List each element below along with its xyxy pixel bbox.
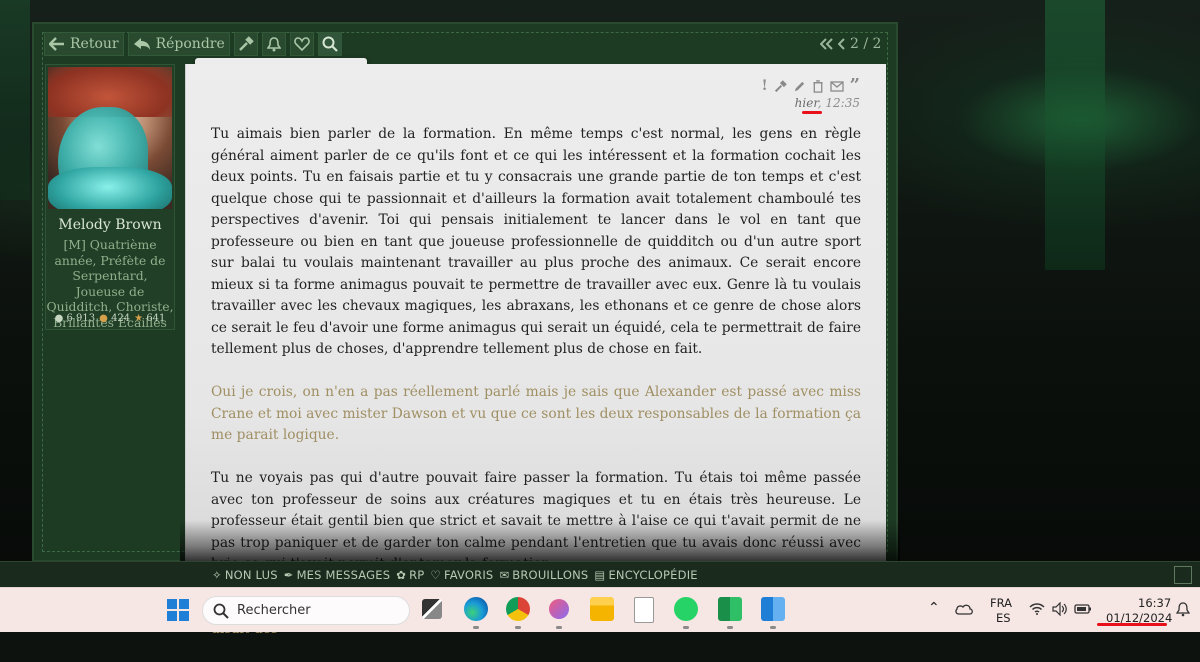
moderation-button[interactable] bbox=[233, 32, 258, 56]
report-icon[interactable]: ! bbox=[761, 78, 767, 94]
spreadsheet-icon[interactable] bbox=[718, 597, 742, 621]
nav-rp[interactable]: ✿ RP bbox=[396, 568, 424, 582]
windows-start-icon[interactable] bbox=[167, 599, 189, 621]
scroll-fade bbox=[180, 520, 900, 565]
post-date-time: 12:35 bbox=[825, 96, 860, 110]
search-toggle-button[interactable] bbox=[317, 32, 342, 56]
taskbar: Rechercher ⌃ FRA ES 16:37 01/12/2024 bbox=[0, 587, 1200, 632]
hammer-icon bbox=[238, 36, 254, 51]
notification-bell-icon[interactable] bbox=[1176, 601, 1190, 617]
heart-icon bbox=[293, 37, 310, 51]
taskbar-search-label: Rechercher bbox=[237, 603, 311, 618]
envelope-icon[interactable] bbox=[829, 80, 844, 92]
nav-favorites[interactable]: ♡ FAVORIS bbox=[430, 568, 493, 582]
bell-icon bbox=[266, 37, 281, 52]
search-icon bbox=[322, 36, 338, 52]
language-bottom[interactable]: ES bbox=[996, 611, 1011, 625]
books-icon: ▤ bbox=[594, 568, 606, 582]
pagination: 2 / 2 bbox=[820, 33, 881, 55]
forum-nav-bar: ✧ NON LUS ✒ MES MESSAGES ✿ RP ♡ FAVORIS ✉ BRO… bbox=[0, 561, 1200, 588]
topic-toolbar: Retour Répondre bbox=[44, 31, 342, 57]
post-paragraph: Tu aimais bien parler de la formation. E… bbox=[211, 126, 861, 357]
back-button[interactable]: Retour bbox=[44, 32, 124, 56]
post-content: ! ” hier, 12:35 Tu aimais bien parler de… bbox=[185, 64, 886, 637]
edge-icon[interactable] bbox=[464, 597, 488, 621]
nav-encyclopedia[interactable]: ▤ ENCYCLOPÉDIE bbox=[594, 568, 697, 582]
reply-label: Répondre bbox=[155, 36, 225, 52]
snipping-tool-icon[interactable] bbox=[549, 599, 569, 619]
language-top[interactable]: FRA bbox=[990, 596, 1012, 610]
whatsapp-icon[interactable] bbox=[674, 597, 698, 621]
chevron-left-icon[interactable] bbox=[838, 38, 846, 50]
sparkle-icon: ✧ bbox=[212, 568, 222, 582]
stars-count: ★ 641 bbox=[134, 313, 166, 324]
speech-bubble-icon: ● bbox=[54, 313, 64, 324]
star-icon: ★ bbox=[134, 313, 144, 324]
post-tools: ! ” bbox=[761, 77, 860, 95]
leaf-icon: ✿ bbox=[396, 568, 407, 582]
coins-count: ● 424 bbox=[99, 313, 131, 324]
hammer-icon[interactable] bbox=[774, 79, 787, 93]
show-hidden-icons[interactable]: ⌃ bbox=[928, 600, 940, 616]
author-profile: Melody Brown [M] Quatrième année, Préfèt… bbox=[45, 64, 175, 330]
document-icon[interactable] bbox=[761, 597, 785, 621]
avatar[interactable] bbox=[48, 67, 172, 209]
post-date-day: hier bbox=[794, 96, 818, 110]
annotation-underline-date bbox=[1097, 623, 1167, 626]
pencil-icon[interactable] bbox=[793, 80, 806, 93]
nav-expand-button[interactable] bbox=[1174, 566, 1192, 584]
quote-icon[interactable]: ” bbox=[850, 77, 860, 95]
wifi-icon[interactable] bbox=[1029, 603, 1045, 615]
reply-icon bbox=[133, 38, 150, 50]
file-explorer-icon[interactable] bbox=[590, 597, 614, 621]
author-stats: ● 6 913 ● 424 ★ 641 bbox=[46, 313, 174, 324]
arrow-left-icon bbox=[49, 37, 64, 51]
reply-button[interactable]: Répondre bbox=[127, 32, 230, 56]
back-label: Retour bbox=[70, 36, 119, 52]
envelope-icon: ✉ bbox=[499, 568, 510, 582]
messages-count: ● 6 913 bbox=[54, 313, 96, 324]
background-window-2 bbox=[0, 0, 30, 200]
battery-icon[interactable] bbox=[1074, 603, 1092, 615]
volume-icon[interactable] bbox=[1052, 602, 1068, 616]
page-indicator: 2 / 2 bbox=[850, 36, 882, 52]
notifications-button[interactable] bbox=[261, 32, 286, 56]
nav-my-messages[interactable]: ✒ MES MESSAGES bbox=[284, 568, 391, 582]
author-name[interactable]: Melody Brown bbox=[46, 217, 174, 233]
double-chevron-left-icon[interactable] bbox=[820, 38, 834, 50]
taskbar-search[interactable]: Rechercher bbox=[202, 596, 410, 625]
annotation-underline bbox=[802, 111, 822, 114]
chrome-icon[interactable] bbox=[506, 597, 530, 621]
clock-time[interactable]: 16:37 bbox=[1138, 596, 1171, 610]
favorite-button[interactable] bbox=[289, 32, 314, 56]
trash-icon[interactable] bbox=[812, 79, 824, 93]
quill-icon: ✒ bbox=[283, 568, 294, 582]
post-dialogue: Oui je crois, on n'en a pas réellement p… bbox=[211, 384, 861, 443]
nav-drafts[interactable]: ✉ BROUILLONS bbox=[499, 568, 588, 582]
background-window bbox=[1045, 0, 1105, 270]
notepad-icon[interactable] bbox=[634, 597, 654, 623]
nav-unread[interactable]: ✧ NON LUS bbox=[212, 568, 278, 582]
heart-icon: ♡ bbox=[430, 568, 441, 582]
onedrive-icon[interactable] bbox=[955, 603, 973, 615]
task-view-icon[interactable] bbox=[422, 599, 442, 619]
search-icon bbox=[213, 603, 229, 619]
post-date: hier, 12:35 bbox=[794, 96, 860, 110]
coin-icon: ● bbox=[99, 313, 108, 324]
